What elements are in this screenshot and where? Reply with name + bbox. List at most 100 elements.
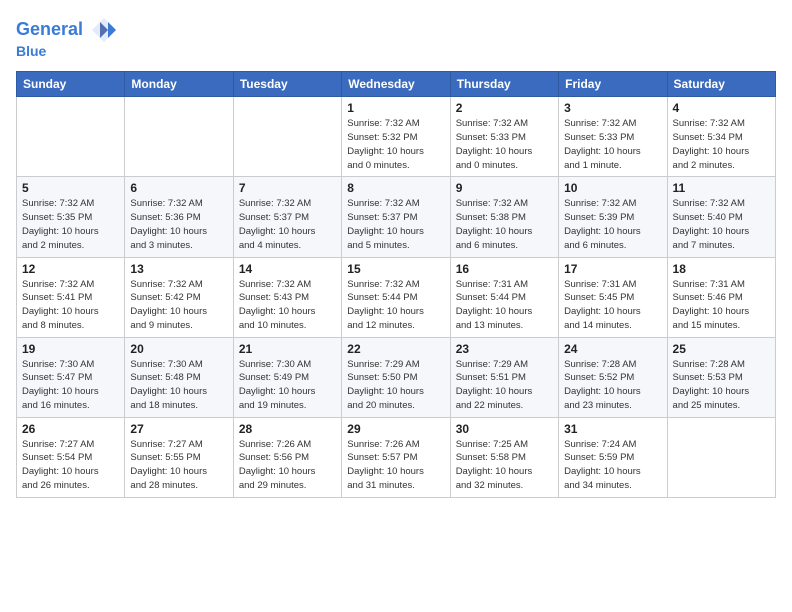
calendar-cell — [667, 417, 775, 497]
calendar-cell: 30 Sunrise: 7:25 AM Sunset: 5:58 PM Dayli… — [450, 417, 558, 497]
day-number: 17 — [564, 262, 661, 276]
calendar-cell — [125, 97, 233, 177]
day-number: 4 — [673, 101, 770, 115]
day-info: Sunrise: 7:32 AM Sunset: 5:38 PM Dayligh… — [456, 197, 553, 252]
day-number: 20 — [130, 342, 227, 356]
calendar-cell: 18 Sunrise: 7:31 AM Sunset: 5:46 PM Dayli… — [667, 257, 775, 337]
calendar-cell: 2 Sunrise: 7:32 AM Sunset: 5:33 PM Daylig… — [450, 97, 558, 177]
logo: General Blue — [16, 16, 118, 59]
calendar-cell: 21 Sunrise: 7:30 AM Sunset: 5:49 PM Dayli… — [233, 337, 341, 417]
day-number: 13 — [130, 262, 227, 276]
day-number: 6 — [130, 181, 227, 195]
calendar-week-row: 12Sunrise: 7:32 AM Sunset: 5:41 PM Dayli… — [17, 257, 776, 337]
weekday-header: Wednesday — [342, 72, 450, 97]
calendar-cell: 28 Sunrise: 7:26 AM Sunset: 5:56 PM Dayli… — [233, 417, 341, 497]
calendar-cell: 1 Sunrise: 7:32 AM Sunset: 5:32 PM Daylig… — [342, 97, 450, 177]
calendar-week-row: 19 Sunrise: 7:30 AM Sunset: 5:47 PM Dayli… — [17, 337, 776, 417]
weekday-header: Tuesday — [233, 72, 341, 97]
day-info: Sunrise: 7:32 AM Sunset: 5:37 PM Dayligh… — [347, 197, 444, 252]
day-info: Sunrise: 7:29 AM Sunset: 5:51 PM Dayligh… — [456, 358, 553, 413]
day-info: Sunrise: 7:25 AM Sunset: 5:58 PM Dayligh… — [456, 438, 553, 493]
day-info: Sunrise: 7:30 AM Sunset: 5:47 PM Dayligh… — [22, 358, 119, 413]
calendar-cell: 27Sunrise: 7:27 AM Sunset: 5:55 PM Dayli… — [125, 417, 233, 497]
calendar-cell: 7Sunrise: 7:32 AM Sunset: 5:37 PM Daylig… — [233, 177, 341, 257]
calendar-table: SundayMondayTuesdayWednesdayThursdayFrid… — [16, 71, 776, 497]
day-info: Sunrise: 7:32 AM Sunset: 5:34 PM Dayligh… — [673, 117, 770, 172]
day-number: 23 — [456, 342, 553, 356]
day-info: Sunrise: 7:32 AM Sunset: 5:37 PM Dayligh… — [239, 197, 336, 252]
logo-text: General — [16, 16, 118, 44]
day-info: Sunrise: 7:28 AM Sunset: 5:53 PM Dayligh… — [673, 358, 770, 413]
day-number: 15 — [347, 262, 444, 276]
day-info: Sunrise: 7:28 AM Sunset: 5:52 PM Dayligh… — [564, 358, 661, 413]
calendar-cell: 11 Sunrise: 7:32 AM Sunset: 5:40 PM Dayli… — [667, 177, 775, 257]
day-number: 29 — [347, 422, 444, 436]
day-number: 21 — [239, 342, 336, 356]
weekday-header: Saturday — [667, 72, 775, 97]
calendar-cell: 20 Sunrise: 7:30 AM Sunset: 5:48 PM Dayli… — [125, 337, 233, 417]
day-info: Sunrise: 7:29 AM Sunset: 5:50 PM Dayligh… — [347, 358, 444, 413]
day-info: Sunrise: 7:31 AM Sunset: 5:44 PM Dayligh… — [456, 278, 553, 333]
day-info: Sunrise: 7:32 AM Sunset: 5:42 PM Dayligh… — [130, 278, 227, 333]
calendar-cell: 14 Sunrise: 7:32 AM Sunset: 5:43 PM Dayli… — [233, 257, 341, 337]
day-number: 27 — [130, 422, 227, 436]
day-info: Sunrise: 7:24 AM Sunset: 5:59 PM Dayligh… — [564, 438, 661, 493]
day-number: 5 — [22, 181, 119, 195]
weekday-header: Friday — [559, 72, 667, 97]
calendar-cell: 25 Sunrise: 7:28 AM Sunset: 5:53 PM Dayli… — [667, 337, 775, 417]
day-number: 28 — [239, 422, 336, 436]
day-number: 22 — [347, 342, 444, 356]
day-info: Sunrise: 7:26 AM Sunset: 5:57 PM Dayligh… — [347, 438, 444, 493]
calendar-cell: 13 Sunrise: 7:32 AM Sunset: 5:42 PM Dayli… — [125, 257, 233, 337]
day-number: 25 — [673, 342, 770, 356]
day-number: 31 — [564, 422, 661, 436]
day-info: Sunrise: 7:32 AM Sunset: 5:39 PM Dayligh… — [564, 197, 661, 252]
calendar-cell: 26 Sunrise: 7:27 AM Sunset: 5:54 PM Dayli… — [17, 417, 125, 497]
day-info: Sunrise: 7:32 AM Sunset: 5:33 PM Dayligh… — [456, 117, 553, 172]
day-number: 10 — [564, 181, 661, 195]
day-number: 14 — [239, 262, 336, 276]
calendar-cell — [233, 97, 341, 177]
day-number: 19 — [22, 342, 119, 356]
calendar-cell: 29 Sunrise: 7:26 AM Sunset: 5:57 PM Dayli… — [342, 417, 450, 497]
calendar-cell: 22 Sunrise: 7:29 AM Sunset: 5:50 PM Dayli… — [342, 337, 450, 417]
calendar-cell: 8 Sunrise: 7:32 AM Sunset: 5:37 PM Daylig… — [342, 177, 450, 257]
page-header: General Blue — [16, 16, 776, 59]
day-info: Sunrise: 7:30 AM Sunset: 5:48 PM Dayligh… — [130, 358, 227, 413]
day-number: 26 — [22, 422, 119, 436]
calendar-cell: 4 Sunrise: 7:32 AM Sunset: 5:34 PM Daylig… — [667, 97, 775, 177]
day-number: 8 — [347, 181, 444, 195]
calendar-week-row: 5Sunrise: 7:32 AM Sunset: 5:35 PM Daylig… — [17, 177, 776, 257]
day-number: 16 — [456, 262, 553, 276]
day-info: Sunrise: 7:26 AM Sunset: 5:56 PM Dayligh… — [239, 438, 336, 493]
calendar-cell: 19 Sunrise: 7:30 AM Sunset: 5:47 PM Dayli… — [17, 337, 125, 417]
day-number: 18 — [673, 262, 770, 276]
calendar-cell: 12Sunrise: 7:32 AM Sunset: 5:41 PM Dayli… — [17, 257, 125, 337]
day-number: 30 — [456, 422, 553, 436]
calendar-cell: 15Sunrise: 7:32 AM Sunset: 5:44 PM Dayli… — [342, 257, 450, 337]
weekday-header: Sunday — [17, 72, 125, 97]
day-info: Sunrise: 7:32 AM Sunset: 5:36 PM Dayligh… — [130, 197, 227, 252]
day-info: Sunrise: 7:27 AM Sunset: 5:54 PM Dayligh… — [22, 438, 119, 493]
calendar-cell: 23 Sunrise: 7:29 AM Sunset: 5:51 PM Dayli… — [450, 337, 558, 417]
calendar-cell — [17, 97, 125, 177]
weekday-header: Monday — [125, 72, 233, 97]
calendar-cell: 24Sunrise: 7:28 AM Sunset: 5:52 PM Dayli… — [559, 337, 667, 417]
day-info: Sunrise: 7:31 AM Sunset: 5:46 PM Dayligh… — [673, 278, 770, 333]
logo-blue: Blue — [16, 44, 118, 59]
day-info: Sunrise: 7:32 AM Sunset: 5:33 PM Dayligh… — [564, 117, 661, 172]
day-number: 2 — [456, 101, 553, 115]
calendar-cell: 31 Sunrise: 7:24 AM Sunset: 5:59 PM Dayli… — [559, 417, 667, 497]
day-info: Sunrise: 7:30 AM Sunset: 5:49 PM Dayligh… — [239, 358, 336, 413]
calendar-cell: 17Sunrise: 7:31 AM Sunset: 5:45 PM Dayli… — [559, 257, 667, 337]
calendar-cell: 3 Sunrise: 7:32 AM Sunset: 5:33 PM Daylig… — [559, 97, 667, 177]
day-number: 1 — [347, 101, 444, 115]
day-info: Sunrise: 7:32 AM Sunset: 5:43 PM Dayligh… — [239, 278, 336, 333]
day-number: 11 — [673, 181, 770, 195]
calendar-week-row: 26 Sunrise: 7:27 AM Sunset: 5:54 PM Dayli… — [17, 417, 776, 497]
day-info: Sunrise: 7:32 AM Sunset: 5:40 PM Dayligh… — [673, 197, 770, 252]
day-info: Sunrise: 7:32 AM Sunset: 5:32 PM Dayligh… — [347, 117, 444, 172]
day-number: 3 — [564, 101, 661, 115]
calendar-cell: 10 Sunrise: 7:32 AM Sunset: 5:39 PM Dayli… — [559, 177, 667, 257]
calendar-cell: 9Sunrise: 7:32 AM Sunset: 5:38 PM Daylig… — [450, 177, 558, 257]
